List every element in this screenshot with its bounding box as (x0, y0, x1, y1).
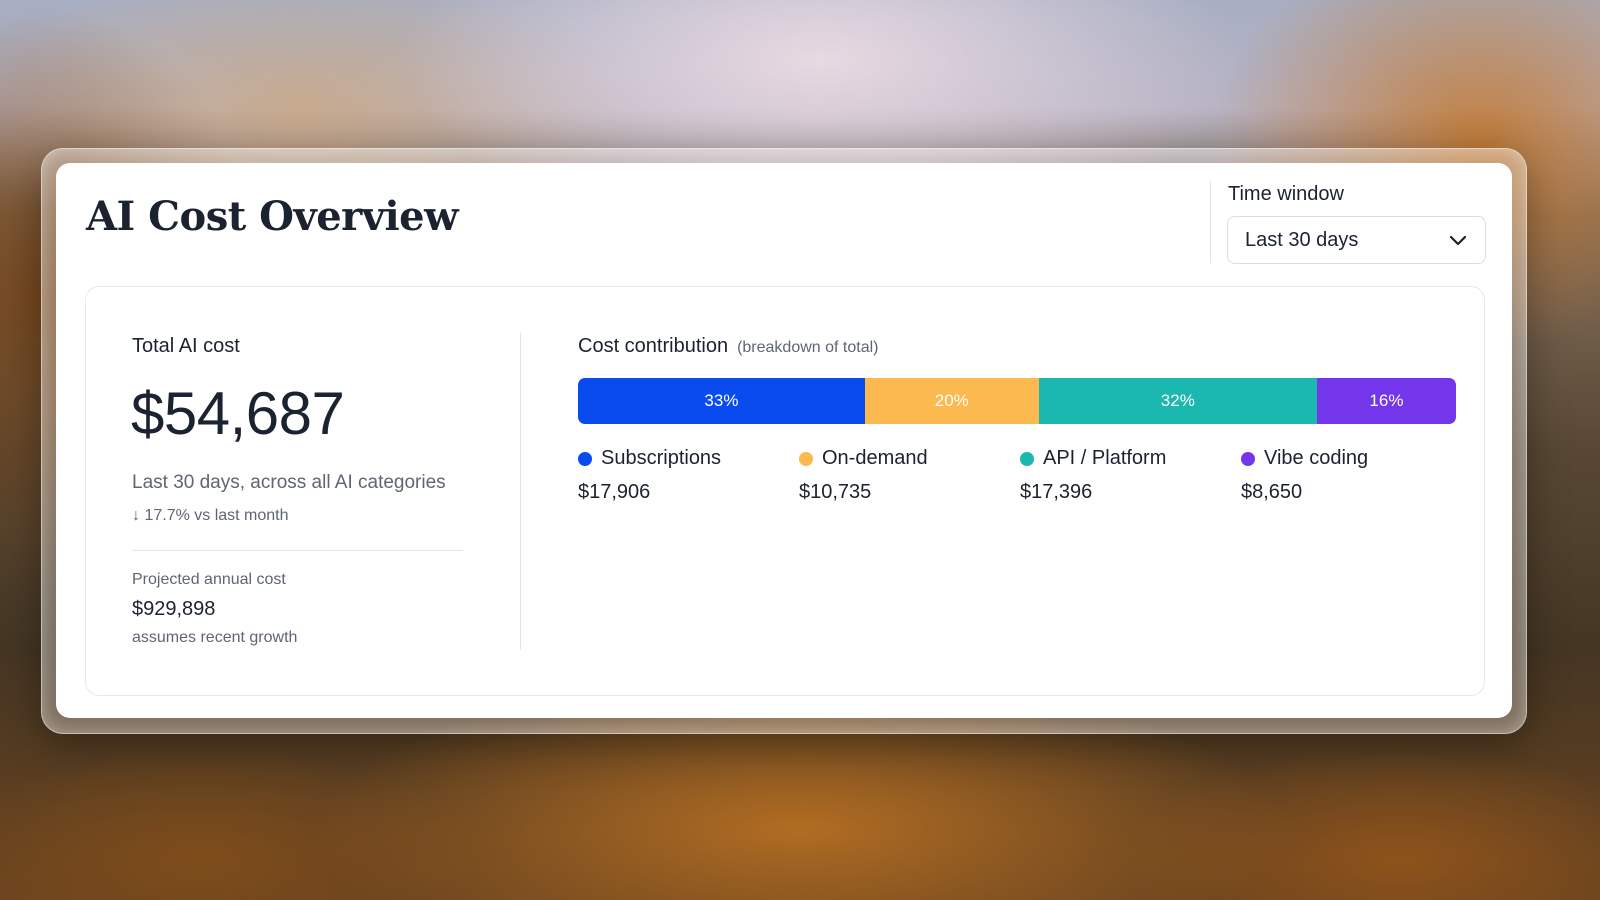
legend-name: On-demand (822, 447, 928, 469)
bar-segment-subscriptions: 33% (578, 378, 865, 424)
total-cost-value: $54,687 (131, 380, 345, 447)
legend-item-api-platform: API / Platform $17,396 (1020, 447, 1166, 504)
legend-item-subscriptions: Subscriptions $17,906 (578, 447, 721, 504)
time-window-label: Time window (1228, 183, 1344, 205)
legend-name: API / Platform (1043, 447, 1167, 469)
legend-amount: $10,735 (799, 481, 872, 503)
legend-dot (799, 451, 813, 466)
legend-dot (1020, 451, 1034, 466)
legend-amount: $8,650 (1241, 481, 1303, 503)
header-divider (1210, 181, 1211, 263)
legend-item-vibe-coding: Vibe coding $8,650 (1241, 447, 1368, 504)
page-title: AI Cost Overview (86, 193, 459, 240)
total-cost-subtitle: Last 30 days, across all AI categories (132, 472, 446, 493)
legend-amount: $17,396 (1020, 481, 1093, 503)
contribution-stacked-bar: 33% 20% 32% 16% (578, 378, 1456, 424)
legend-dot (578, 451, 592, 466)
projected-cost-label: Projected annual cost (132, 571, 286, 588)
contribution-legend: Subscriptions $17,906 On-demand $10,735 API … (578, 447, 1478, 517)
contribution-title: Cost contribution (578, 335, 729, 357)
bar-segment-on-demand: 20% (864, 378, 1039, 424)
bar-segment-vibe-coding: 16% (1316, 378, 1456, 424)
legend-amount: $17,906 (578, 481, 651, 503)
chevron-down-icon (1449, 235, 1467, 246)
time-window-select[interactable]: Last 30 days (1227, 216, 1486, 264)
summary-divider (132, 550, 463, 551)
bar-segment-api-platform: 32% (1038, 378, 1317, 424)
cost-overview-card: AI Cost Overview Time window Last 30 day… (56, 163, 1512, 718)
legend-item-on-demand: On-demand $10,735 (799, 447, 928, 504)
legend-name: Subscriptions (601, 447, 722, 469)
total-cost-label: Total AI cost (132, 335, 240, 357)
projected-cost-value: $929,898 (132, 598, 216, 620)
legend-name: Vibe coding (1264, 447, 1369, 469)
contribution-subtitle: (breakdown of total) (737, 339, 879, 356)
contribution-header: Cost contribution (breakdown of total) (578, 335, 878, 358)
legend-dot (1241, 451, 1255, 466)
summary-panel: Total AI cost $54,687 Last 30 days, acro… (85, 286, 1485, 696)
month-delta: ↓ 17.7% vs last month (132, 507, 289, 524)
time-window-value: Last 30 days (1245, 228, 1359, 251)
column-divider (520, 332, 521, 650)
projected-cost-note: assumes recent growth (132, 629, 298, 646)
